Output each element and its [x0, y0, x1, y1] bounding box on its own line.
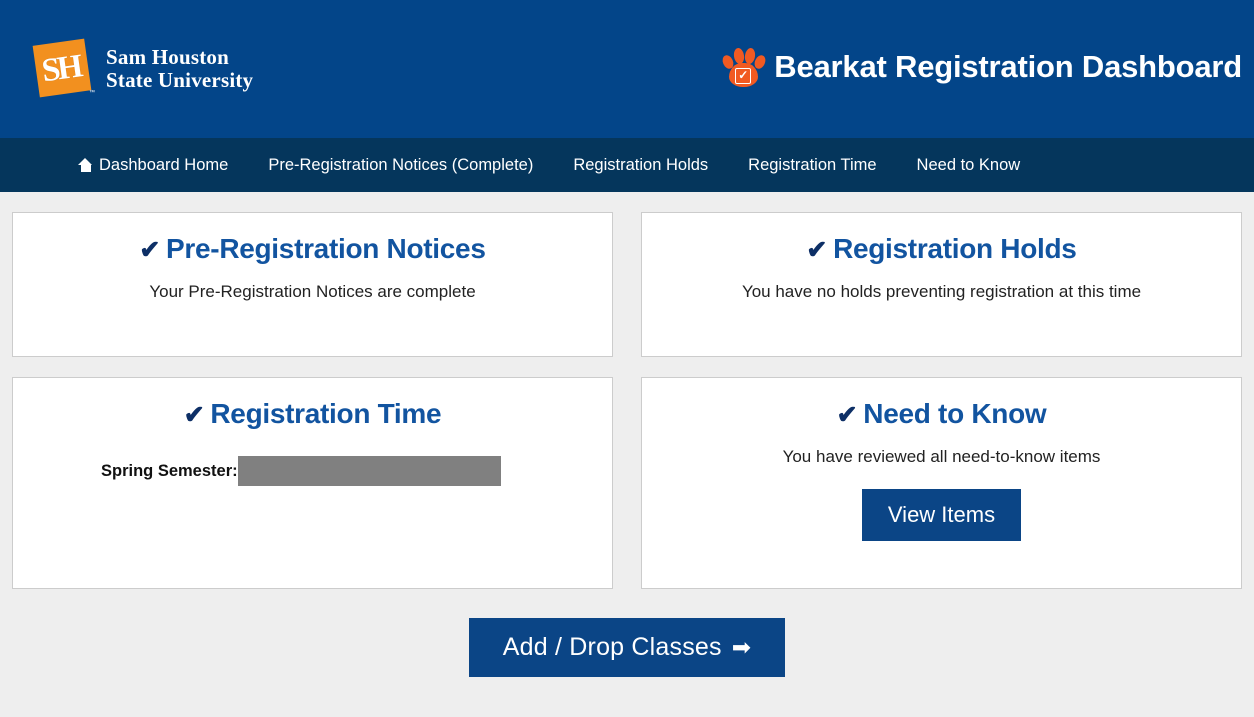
- home-icon: [78, 158, 93, 172]
- card-pre-registration-notices: ✔ Pre-Registration Notices Your Pre-Regis…: [12, 212, 613, 357]
- shsu-logo-icon: SH ™: [30, 38, 95, 100]
- main-navigation: Dashboard Home Pre-Registration Notices …: [0, 138, 1254, 192]
- arrow-right-icon: ➡: [731, 634, 752, 660]
- view-items-button[interactable]: View Items: [861, 489, 1022, 541]
- nav-item-registration-holds[interactable]: Registration Holds: [573, 156, 708, 175]
- card-registration-time: ✔ Registration Time Spring Semester:: [12, 377, 613, 589]
- paw-check-icon: ✓: [720, 44, 768, 90]
- check-icon: ✔: [806, 236, 828, 264]
- page-title: Bearkat Registration Dashboard: [774, 49, 1242, 84]
- page-header: SH ™ Sam Houston State University ✓ Bear…: [0, 0, 1254, 138]
- card-title-text: Registration Time: [210, 398, 442, 429]
- checkbox-icon: ✓: [735, 68, 752, 84]
- nav-item-pre-registration-notices[interactable]: Pre-Registration Notices (Complete): [268, 156, 533, 175]
- university-brand: SH ™ Sam Houston State University: [30, 38, 253, 100]
- nav-label-registration-time: Registration Time: [748, 155, 877, 174]
- card-title-pre-registration-notices: ✔ Pre-Registration Notices: [13, 233, 612, 265]
- card-title-text: Pre-Registration Notices: [166, 233, 486, 264]
- nav-label-dashboard-home: Dashboard Home: [99, 155, 229, 174]
- card-title-registration-holds: ✔ Registration Holds: [642, 233, 1241, 265]
- university-name: Sam Houston State University: [106, 46, 253, 91]
- university-name-line2: State University: [106, 68, 254, 92]
- logo-trademark: ™: [89, 90, 95, 96]
- card-need-to-know: ✔ Need to Know You have reviewed all need…: [641, 377, 1242, 589]
- add-drop-classes-label: Add / Drop Classes: [502, 633, 722, 661]
- card-status-need-to-know: You have reviewed all need-to-know items: [782, 447, 1101, 466]
- check-icon: ✔: [183, 401, 205, 429]
- nav-label-pre-registration-notices: Pre-Registration Notices (Complete): [268, 155, 534, 174]
- dashboard-title-group: ✓ Bearkat Registration Dashboard: [720, 44, 1242, 90]
- redacted-semester-value: [237, 456, 501, 486]
- university-name-line1: Sam Houston: [106, 45, 229, 70]
- check-icon: ✔: [836, 401, 858, 429]
- card-title-registration-time: ✔ Registration Time: [13, 398, 612, 430]
- check-icon: ✔: [139, 236, 161, 264]
- nav-item-need-to-know[interactable]: Need to Know: [917, 156, 1021, 175]
- registration-time-row: Spring Semester:: [13, 456, 612, 486]
- nav-item-registration-time[interactable]: Registration Time: [748, 156, 876, 175]
- nav-label-registration-holds: Registration Holds: [573, 155, 709, 174]
- dashboard-cards: ✔ Pre-Registration Notices Your Pre-Regis…: [0, 192, 1254, 589]
- card-title-text: Registration Holds: [833, 233, 1077, 264]
- nav-item-dashboard-home[interactable]: Dashboard Home: [78, 156, 228, 175]
- logo-monogram: SH: [39, 48, 83, 89]
- card-registration-holds: ✔ Registration Holds You have no holds pr…: [641, 212, 1242, 357]
- add-drop-classes-button[interactable]: Add / Drop Classes ➡: [468, 618, 786, 677]
- footer-actions: Add / Drop Classes ➡: [0, 618, 1254, 677]
- card-title-need-to-know: ✔ Need to Know: [642, 398, 1241, 430]
- semester-label: Spring Semester:: [101, 461, 238, 480]
- card-status-pre-registration-notices: Your Pre-Registration Notices are comple…: [149, 282, 476, 301]
- card-title-text: Need to Know: [863, 398, 1047, 429]
- card-status-registration-holds: You have no holds preventing registratio…: [741, 282, 1142, 301]
- nav-label-need-to-know: Need to Know: [916, 155, 1021, 174]
